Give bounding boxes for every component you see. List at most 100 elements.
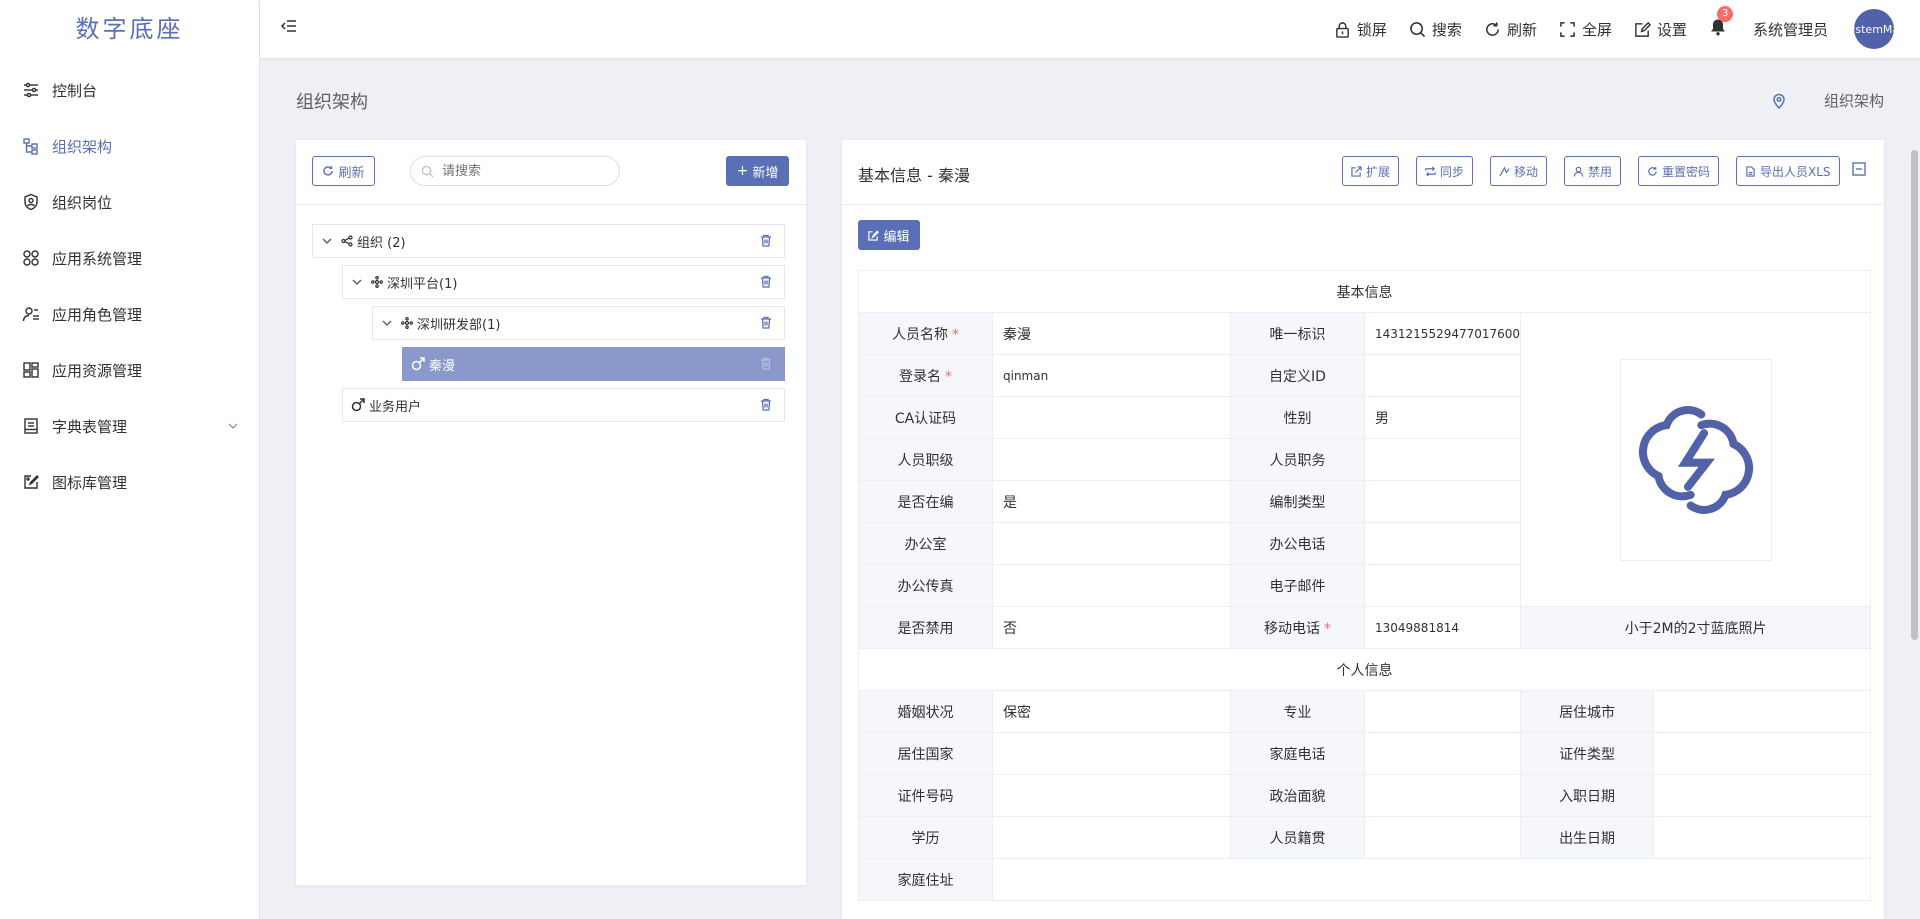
search-label: 搜索 (1431, 20, 1462, 39)
tree-search-input[interactable] (440, 162, 614, 180)
country-value (992, 732, 1231, 775)
user-icon (1573, 166, 1584, 177)
office-value (992, 522, 1231, 565)
birth-label: 出生日期 (1520, 816, 1655, 859)
tree-toolbar: 刷新 + 新增 (296, 140, 806, 205)
tree-refresh-button[interactable]: 刷新 (312, 156, 375, 186)
sidebar-item-label: 字典表管理 (52, 417, 128, 436)
tree-node-qinman[interactable]: 秦漫 (402, 347, 785, 381)
image-edit-icon (20, 471, 42, 493)
photo-hint: 小于2M的2寸蓝底照片 (1520, 606, 1872, 649)
sync-button[interactable]: 同步 (1416, 156, 1474, 186)
move-button[interactable]: 移动 (1490, 156, 1548, 186)
hire-date-value (1653, 774, 1872, 817)
book-icon (20, 415, 42, 437)
tree-add-label: 新增 (752, 165, 779, 181)
search-icon (421, 165, 434, 178)
tree-node-label: 组织 (2) (357, 235, 406, 251)
trash-icon[interactable] (760, 316, 772, 333)
refresh-label: 刷新 (1506, 20, 1537, 39)
staff-type-label: 编制类型 (1230, 480, 1365, 523)
lock-label: 锁屏 (1356, 20, 1387, 39)
sidebar-item-org[interactable]: 组织架构 (0, 118, 259, 174)
refresh-button[interactable]: 刷新 (1484, 19, 1537, 40)
tree-node-label: 秦漫 (429, 358, 456, 374)
breadcrumb-item[interactable]: 组织架构 (1824, 90, 1884, 111)
disabled-label: 是否禁用 (858, 606, 993, 649)
fullscreen-icon (1560, 21, 1575, 37)
sidebar-item-label: 应用角色管理 (52, 305, 143, 324)
tree-node-label: 深圳研发部(1) (417, 317, 501, 333)
grid-icon (20, 247, 42, 269)
expand-label: 扩展 (1366, 164, 1391, 179)
sidebar-item-app-roles[interactable]: 应用角色管理 (0, 286, 259, 342)
user-list-icon (20, 303, 42, 325)
sidebar-item-app-systems[interactable]: 应用系统管理 (0, 230, 259, 286)
export-xls-label: 导出人员XLS (1760, 164, 1831, 179)
settings-button[interactable]: 设置 (1634, 19, 1687, 40)
plus-icon: + (736, 163, 749, 179)
custom-id-label: 自定义ID (1230, 354, 1365, 397)
major-label: 专业 (1230, 690, 1365, 733)
home-phone-value (1363, 732, 1522, 775)
tree-search[interactable] (410, 156, 620, 186)
trash-icon[interactable] (760, 357, 772, 374)
menu-fold-icon[interactable] (280, 17, 302, 39)
trash-icon[interactable] (760, 398, 772, 415)
tree-node-root[interactable]: 组织 (2) (312, 224, 785, 258)
trash-icon[interactable] (760, 275, 772, 292)
refresh-icon (1486, 21, 1499, 36)
disable-button[interactable]: 禁用 (1564, 156, 1622, 186)
photo-cell (1520, 312, 1872, 607)
login-value: qinman (992, 354, 1231, 397)
tree-node-shenzhen-rd[interactable]: 深圳研发部(1) (372, 306, 785, 340)
detail-title: 基本信息 - 秦漫 (858, 166, 970, 185)
sidebar-item-positions[interactable]: 组织岗位 (0, 174, 259, 230)
birth-value (1653, 816, 1872, 859)
tree-add-button[interactable]: + 新增 (726, 156, 789, 186)
lock-screen-button[interactable]: 锁屏 (1334, 19, 1387, 40)
page-scrollbar[interactable] (1911, 150, 1918, 640)
personal-section-title: 个人信息 (857, 648, 1872, 691)
disabled-value: 否 (992, 606, 1231, 649)
app-logo-icon (1638, 405, 1753, 514)
collapse-square-icon[interactable] (1852, 162, 1866, 180)
notification-button[interactable]: 3 (1709, 6, 1734, 40)
fullscreen-label: 全屏 (1581, 20, 1612, 39)
fullscreen-button[interactable]: 全屏 (1559, 19, 1612, 40)
sidebar-item-icons[interactable]: 图标库管理 (0, 454, 259, 510)
move-icon (1499, 165, 1510, 176)
sidebar-item-app-resources[interactable]: 应用资源管理 (0, 342, 259, 398)
staffed-value: 是 (992, 480, 1231, 523)
org-tree-icon (20, 135, 42, 157)
id-no-label: 证件号码 (858, 774, 993, 817)
tree-node-shenzhen-platform[interactable]: 深圳平台(1) (342, 265, 785, 299)
sidebar: 数字底座 控制台 组织架构 组织岗位 应用系统管理 应用角色管理 应用资源管理 … (0, 0, 260, 919)
search-button[interactable]: 搜索 (1409, 19, 1462, 40)
expand-button[interactable]: 扩展 (1342, 156, 1400, 186)
edit-button[interactable]: 编辑 (858, 220, 920, 250)
sidebar-item-label: 组织架构 (52, 137, 113, 156)
fax-label: 办公传真 (858, 564, 993, 607)
education-label: 学历 (858, 816, 993, 859)
sidebar-item-dashboard[interactable]: 控制台 (0, 62, 259, 118)
export-xls-button[interactable]: 导出人员XLS (1736, 156, 1840, 186)
city-label: 居住城市 (1520, 690, 1655, 733)
address-label: 家庭住址 (858, 858, 993, 901)
email-value (1363, 564, 1522, 607)
photo-placeholder[interactable] (1619, 358, 1772, 561)
trash-icon[interactable] (760, 234, 772, 251)
lock-icon (1336, 21, 1349, 38)
detail-header: 基本信息 - 秦漫 扩展 同步 移动 禁用 重置密码 导出人员XLS (842, 140, 1884, 205)
tree-node-business-user[interactable]: 业务用户 (342, 388, 785, 422)
gender-label: 性别 (1230, 396, 1365, 439)
reset-password-button[interactable]: 重置密码 (1638, 156, 1720, 186)
hire-date-label: 入职日期 (1520, 774, 1655, 817)
home-phone-label: 家庭电话 (1230, 732, 1365, 775)
sidebar-item-dictionary[interactable]: 字典表管理 (0, 398, 259, 454)
native-label: 人员籍贯 (1230, 816, 1365, 859)
notification-badge: 3 (1716, 6, 1734, 22)
avatar[interactable]: SystemMan (1854, 9, 1894, 49)
marital-label: 婚姻状况 (858, 690, 993, 733)
user-name[interactable]: 系统管理员 (1753, 19, 1828, 40)
